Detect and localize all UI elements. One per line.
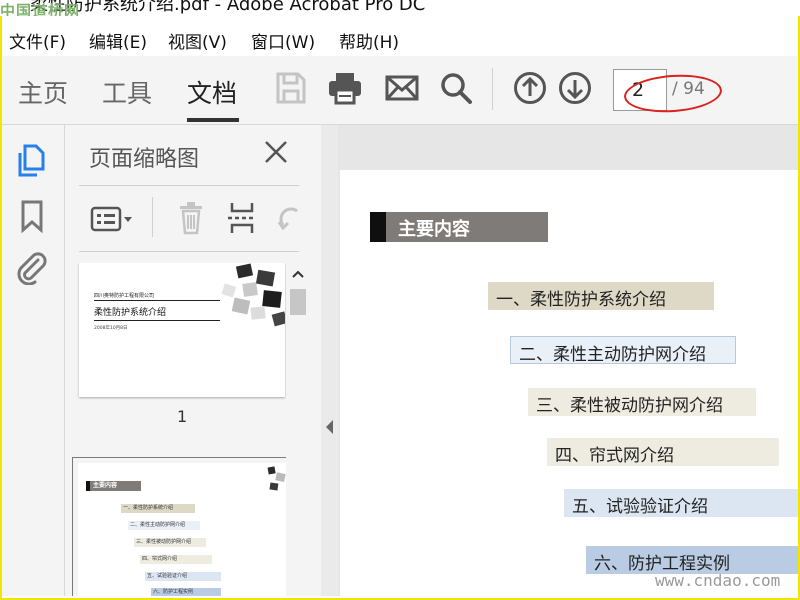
heading-box: 主要内容 (386, 212, 548, 242)
thumbnails-panel: 页面缩略图 四川奥特防护工程有限公司 柔性防护系统介绍 2008年10月8日 1… (65, 125, 321, 596)
footer-watermark: www.cndao.com (655, 571, 781, 590)
menu-view[interactable]: 视图(V) (168, 28, 227, 53)
panel-divider (79, 185, 299, 186)
thumb2-item-2: 二、柔性主动防护网介绍 (128, 521, 200, 530)
tab-tools[interactable]: 工具 (102, 74, 152, 110)
print-icon[interactable] (326, 70, 364, 106)
thumb2-item-3: 三、柔性被动防护网介绍 (134, 538, 206, 547)
thumb-company: 四川奥特防护工程有限公司 (94, 293, 155, 299)
delete-icon[interactable] (175, 201, 207, 235)
page-heading: 主要内容 (398, 219, 470, 240)
scrollbar-thumb[interactable] (290, 289, 306, 315)
title-bar: 柔性防护系统介绍.pdf - Adobe Acrobat Pro DC 中国道桥… (0, 0, 800, 16)
panel-title: 页面缩略图 (89, 147, 200, 172)
menu-window[interactable]: 窗口(W) (251, 28, 315, 53)
scroll-up-arrow-icon[interactable] (291, 269, 305, 279)
toc-item-3: 三、柔性被动防护网介绍 (528, 388, 756, 416)
toc-item-2: 二、柔性主动防护网介绍 (510, 336, 736, 365)
active-tab-indicator (187, 118, 239, 122)
panel-tool-separator (152, 197, 153, 237)
site-watermark: 中国道桥网 (0, 2, 81, 16)
thumbnail-page-2-selected[interactable]: 主要内容 一、柔性防护系统介绍 二、柔性主动防护网介绍 三、柔性被动防护网介绍 … (72, 457, 286, 596)
collapse-panel-arrow-icon[interactable] (325, 419, 334, 435)
save-icon[interactable] (274, 70, 308, 106)
thumb-title: 柔性防护系统介绍 (94, 308, 167, 318)
tab-document[interactable]: 文档 (187, 74, 237, 110)
toc-item-2-text: 二、柔性主动防护网介绍 (519, 345, 706, 365)
page-down-icon[interactable] (557, 70, 593, 106)
thumbnail-list[interactable]: 四川奥特防护工程有限公司 柔性防护系统介绍 2008年10月8日 1 主要内容 … (65, 263, 286, 596)
options-menu-icon[interactable] (90, 205, 136, 233)
search-icon[interactable] (438, 70, 474, 106)
thumb2-item-1: 一、柔性防护系统介绍 (121, 504, 195, 513)
thumb2-item-6: 六、防护工程实例 (151, 588, 221, 596)
panel-divider-2 (79, 251, 299, 252)
thumb2-photo-graphic (267, 466, 286, 491)
menu-help[interactable]: 帮助(H) (339, 28, 399, 53)
menu-file[interactable]: 文件(F) (9, 28, 66, 53)
window-title: 柔性防护系统介绍.pdf - Adobe Acrobat Pro DC (30, 0, 426, 15)
thumbnail-page-1[interactable]: 四川奥特防护工程有限公司 柔性防护系统介绍 2008年10月8日 (79, 263, 285, 397)
pdf-page: 主要内容 一、柔性防护系统介绍 二、柔性主动防护网介绍 三、柔性被动防护网介绍 … (340, 170, 798, 596)
toolbar-separator (492, 68, 493, 110)
thumb2-item-4: 四、帘式网介绍 (140, 555, 212, 564)
page-thumbnails-icon[interactable] (16, 143, 48, 179)
toc-item-6: 六、防护工程实例 (586, 546, 798, 574)
thumbnail-page-1-label: 1 (177, 407, 188, 426)
menu-edit[interactable]: 编辑(E) (89, 28, 147, 53)
close-icon[interactable] (263, 139, 289, 165)
insert-page-icon[interactable] (226, 201, 258, 235)
page-up-icon[interactable] (512, 70, 548, 106)
thumb2-item-5: 五、试验验证介绍 (145, 572, 221, 581)
toc-item-1: 一、柔性防护系统介绍 (488, 282, 714, 310)
attachment-icon[interactable] (14, 251, 48, 285)
thumb-date: 2008年10月8日 (94, 326, 128, 331)
toc-item-4-text: 四、帘式网介绍 (555, 446, 674, 466)
thumb2-heading: 主要内容 (90, 481, 141, 491)
toc-item-1-text: 一、柔性防护系统介绍 (496, 290, 666, 310)
bookmark-icon[interactable] (19, 199, 45, 233)
toc-item-5: 五、试验验证介绍 (564, 489, 798, 517)
toc-item-4: 四、帘式网介绍 (547, 438, 779, 466)
photo-collage-graphic (221, 263, 285, 327)
toc-item-5-text: 五、试验验证介绍 (572, 497, 708, 517)
panel-splitter[interactable] (321, 125, 338, 596)
thumbnail-scrollbar[interactable] (286, 263, 310, 596)
navigation-pane (2, 125, 65, 596)
heading-accent-bar (370, 212, 386, 242)
menu-bar: 文件(F) 编辑(E) 视图(V) 窗口(W) 帮助(H) (0, 22, 800, 54)
rotate-icon[interactable] (277, 203, 301, 235)
toolbar: 主页 工具 文档 2 / 94 (2, 56, 798, 125)
document-view[interactable]: 主要内容 一、柔性防护系统介绍 二、柔性主动防护网介绍 三、柔性被动防护网介绍 … (338, 125, 798, 596)
toc-item-3-text: 三、柔性被动防护网介绍 (536, 396, 723, 416)
email-icon[interactable] (384, 70, 420, 106)
thumbnail-page-2: 主要内容 一、柔性防护系统介绍 二、柔性主动防护网介绍 三、柔性被动防护网介绍 … (78, 463, 286, 596)
tab-home[interactable]: 主页 (18, 74, 68, 110)
